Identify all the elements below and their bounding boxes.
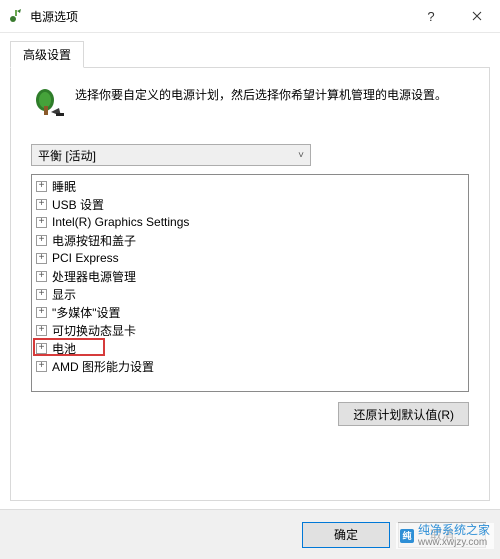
tree-item[interactable]: + Intel(R) Graphics Settings (34, 213, 468, 231)
tab-advanced[interactable]: 高级设置 (10, 41, 84, 68)
watermark-icon: 纯 (400, 529, 414, 543)
watermark-url: www.xwjzy.com (418, 537, 490, 548)
expand-icon[interactable]: + (36, 181, 47, 192)
tree-item-label: Intel(R) Graphics Settings (52, 215, 189, 229)
tree-item-label: 电池 (52, 340, 76, 357)
app-icon (8, 8, 24, 24)
power-plan-icon (31, 86, 65, 120)
tree-item[interactable]: + AMD 图形能力设置 (34, 357, 468, 375)
tree-item[interactable]: + "多媒体"设置 (34, 303, 468, 321)
expand-icon[interactable]: + (36, 325, 47, 336)
tree-item[interactable]: + 睡眠 (34, 177, 468, 195)
intro-text: 选择你要自定义的电源计划，然后选择你希望计算机管理的电源设置。 (75, 86, 447, 120)
close-button[interactable] (454, 0, 500, 32)
tree-item[interactable]: + PCI Express (34, 249, 468, 267)
chevron-down-icon: ˅ (298, 150, 304, 161)
tree-item[interactable]: + 处理器电源管理 (34, 267, 468, 285)
tree-item-label: PCI Express (52, 251, 119, 265)
tab-label: 高级设置 (23, 48, 71, 62)
tree-item[interactable]: + USB 设置 (34, 195, 468, 213)
tree-item[interactable]: + 电源按钮和盖子 (34, 231, 468, 249)
expand-icon[interactable]: + (36, 343, 47, 354)
tree-item-label: 处理器电源管理 (52, 268, 136, 285)
watermark: 纯 纯净系统之家 www.xwjzy.com (396, 523, 494, 549)
tree-item[interactable]: + 电池 (34, 339, 468, 357)
expand-icon[interactable]: + (36, 199, 47, 210)
expand-icon[interactable]: + (36, 271, 47, 282)
tree-item-label: 可切换动态显卡 (52, 322, 136, 339)
help-button[interactable]: ? (408, 0, 454, 32)
window-controls: ? (408, 0, 500, 32)
settings-tree[interactable]: + 睡眠 + USB 设置 + Intel(R) Graphics Settings + 电源… (31, 174, 469, 392)
expand-icon[interactable]: + (36, 235, 47, 246)
tabstrip: 高级设置 选择你要自定义的电源计划，然后选择你希望计算机管理的电源设置。 平衡 … (0, 33, 500, 501)
plan-select[interactable]: 平衡 [活动] ˅ (31, 144, 311, 166)
tree-item-label: 睡眠 (52, 178, 76, 195)
tree-item[interactable]: + 显示 (34, 285, 468, 303)
window-title: 电源选项 (30, 8, 408, 25)
tree-item-label: 电源按钮和盖子 (52, 232, 136, 249)
ok-button[interactable]: 确定 (302, 522, 390, 548)
tree-item-label: AMD 图形能力设置 (52, 358, 154, 375)
expand-icon[interactable]: + (36, 253, 47, 264)
tree-item-label: 显示 (52, 286, 76, 303)
tree-item[interactable]: + 可切换动态显卡 (34, 321, 468, 339)
expand-icon[interactable]: + (36, 361, 47, 372)
titlebar: 电源选项 ? (0, 0, 500, 33)
restore-row: 还原计划默认值(R) (31, 402, 469, 426)
tab-panel: 选择你要自定义的电源计划，然后选择你希望计算机管理的电源设置。 平衡 [活动] … (10, 67, 490, 501)
expand-icon[interactable]: + (36, 289, 47, 300)
restore-defaults-button[interactable]: 还原计划默认值(R) (338, 402, 469, 426)
tree-item-label: "多媒体"设置 (52, 304, 121, 321)
expand-icon[interactable]: + (36, 217, 47, 228)
watermark-name: 纯净系统之家 (418, 524, 490, 537)
tree-item-label: USB 设置 (52, 196, 104, 213)
plan-select-value: 平衡 [活动] (38, 147, 96, 164)
intro-row: 选择你要自定义的电源计划，然后选择你希望计算机管理的电源设置。 (31, 86, 469, 120)
expand-icon[interactable]: + (36, 307, 47, 318)
